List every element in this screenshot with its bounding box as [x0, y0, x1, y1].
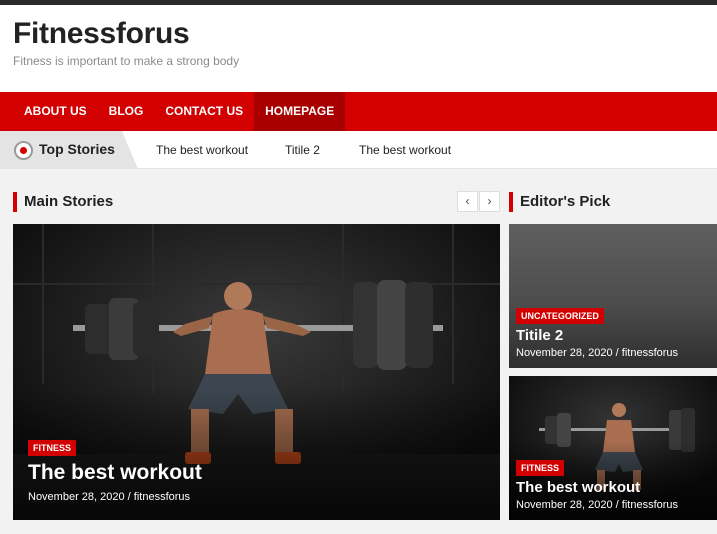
site-header: Fitnessforus Fitness is important to mak…	[0, 5, 717, 92]
editors-pick-meta: November 28, 2020 / fitnessforus	[516, 347, 679, 359]
ticker-link[interactable]: Titile 2	[285, 143, 320, 157]
editors-pick-title[interactable]: Titile 2	[516, 327, 563, 344]
editors-pick-card[interactable]: FITNESS The best workout November 28, 20…	[509, 376, 717, 520]
site-tagline: Fitness is important to make a strong bo…	[13, 54, 240, 68]
nav-item-blog[interactable]: BLOG	[98, 92, 155, 131]
main-stories-heading: Main Stories	[13, 192, 113, 212]
main-navigation: ABOUT US BLOG CONTACT US HOMEPAGE	[0, 92, 717, 131]
live-dot-icon	[14, 141, 33, 160]
top-stories-ticker: Top Stories The best workout Titile 2 Th…	[0, 131, 717, 169]
next-arrow-button[interactable]: ›	[479, 191, 500, 212]
prev-arrow-button[interactable]: ‹	[457, 191, 478, 212]
ticker-label: Top Stories	[39, 141, 115, 157]
ticker-label-box: Top Stories	[0, 131, 138, 169]
editors-pick-card[interactable]: UNCATEGORIZED Titile 2 November 28, 2020…	[509, 224, 717, 368]
editors-pick-heading: Editor's Pick	[509, 192, 610, 212]
site-title[interactable]: Fitnessforus	[13, 17, 190, 51]
nav-item-about-us[interactable]: ABOUT US	[13, 92, 98, 131]
ticker-link[interactable]: The best workout	[359, 143, 451, 157]
nav-item-homepage[interactable]: HOMEPAGE	[254, 92, 346, 131]
nav-item-contact-us[interactable]: CONTACT US	[154, 92, 254, 131]
category-badge[interactable]: FITNESS	[516, 460, 565, 476]
editors-pick-meta: November 28, 2020 / fitnessforus	[516, 499, 679, 511]
category-badge[interactable]: FITNESS	[28, 440, 77, 456]
ticker-link[interactable]: The best workout	[156, 143, 248, 157]
featured-story-title[interactable]: The best workout	[28, 461, 202, 485]
featured-story-card[interactable]: FITNESS The best workout November 28, 20…	[13, 224, 500, 520]
featured-story-meta: November 28, 2020 / fitnessforus	[28, 491, 191, 503]
editors-pick-title[interactable]: The best workout	[516, 479, 640, 496]
category-badge[interactable]: UNCATEGORIZED	[516, 308, 604, 324]
